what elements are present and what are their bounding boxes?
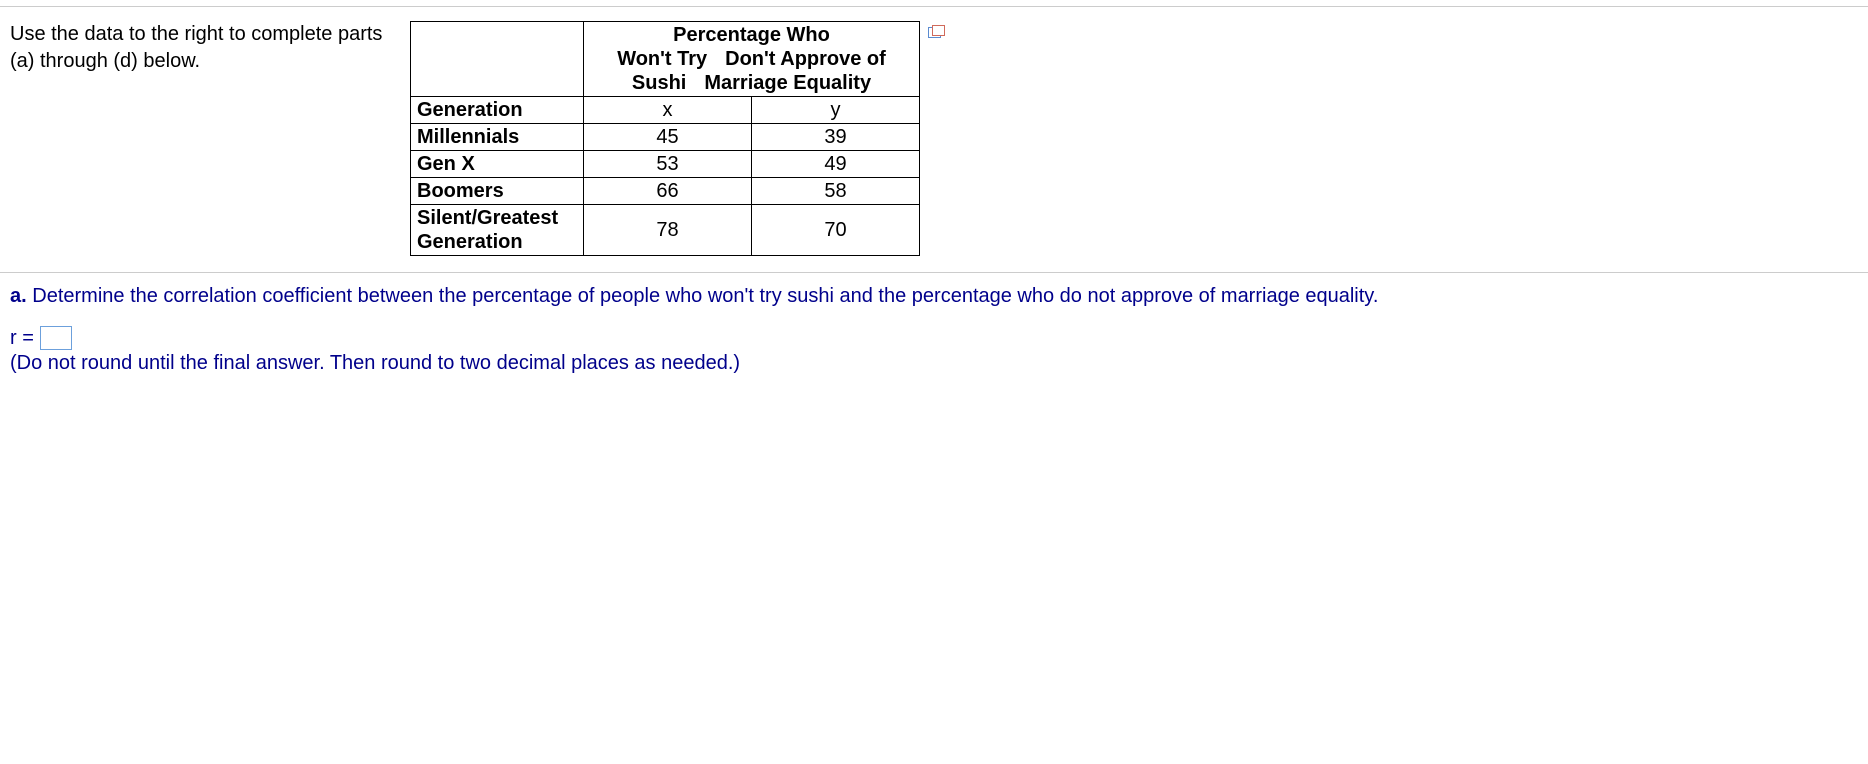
header-col2-line2: Marriage Equality	[704, 71, 871, 95]
r-input[interactable]	[40, 326, 72, 350]
data-table: Percentage Who Won't Try Don't Approve o…	[410, 21, 920, 256]
header-blank	[411, 22, 584, 97]
header-col1-line2: Sushi	[632, 71, 686, 95]
r-label: r =	[10, 327, 34, 350]
cell-y: 39	[752, 124, 920, 151]
cell-generation: Silent/Greatest Generation	[411, 205, 584, 256]
instructions-text: Use the data to the right to complete pa…	[10, 21, 410, 75]
table-row: Millennials 45 39	[411, 124, 920, 151]
header-generation: Generation	[411, 97, 584, 124]
cell-y: 70	[752, 205, 920, 256]
problem-header-area: Use the data to the right to complete pa…	[0, 7, 1868, 266]
cell-generation: Boomers	[411, 178, 584, 205]
table-row: Silent/Greatest Generation 78 70	[411, 205, 920, 256]
cell-generation: Gen X	[411, 151, 584, 178]
hint-text: (Do not round until the final answer. Th…	[10, 352, 1858, 375]
cell-y: 58	[752, 178, 920, 205]
popup-icon[interactable]	[928, 25, 946, 39]
header-super: Percentage Who	[590, 23, 913, 47]
header-y: y	[752, 97, 920, 124]
section-divider	[0, 272, 1868, 273]
cell-y: 49	[752, 151, 920, 178]
data-table-wrap: Percentage Who Won't Try Don't Approve o…	[410, 21, 920, 256]
cell-generation: Millennials	[411, 124, 584, 151]
answer-line: r =	[10, 326, 1858, 350]
header-percentage: Percentage Who Won't Try Don't Approve o…	[584, 22, 920, 97]
header-col1-line1: Won't Try	[617, 47, 707, 71]
part-label: a.	[10, 285, 27, 307]
question-area: a. Determine the correlation coefficient…	[0, 285, 1868, 375]
table-row: Gen X 53 49	[411, 151, 920, 178]
header-col2-line1: Don't Approve of	[725, 47, 886, 71]
question-body: Determine the correlation coefficient be…	[32, 285, 1378, 307]
cell-x: 45	[584, 124, 752, 151]
cell-x: 53	[584, 151, 752, 178]
question-text: a. Determine the correlation coefficient…	[10, 285, 1858, 308]
header-x: x	[584, 97, 752, 124]
cell-x: 66	[584, 178, 752, 205]
cell-x: 78	[584, 205, 752, 256]
table-row: Boomers 66 58	[411, 178, 920, 205]
